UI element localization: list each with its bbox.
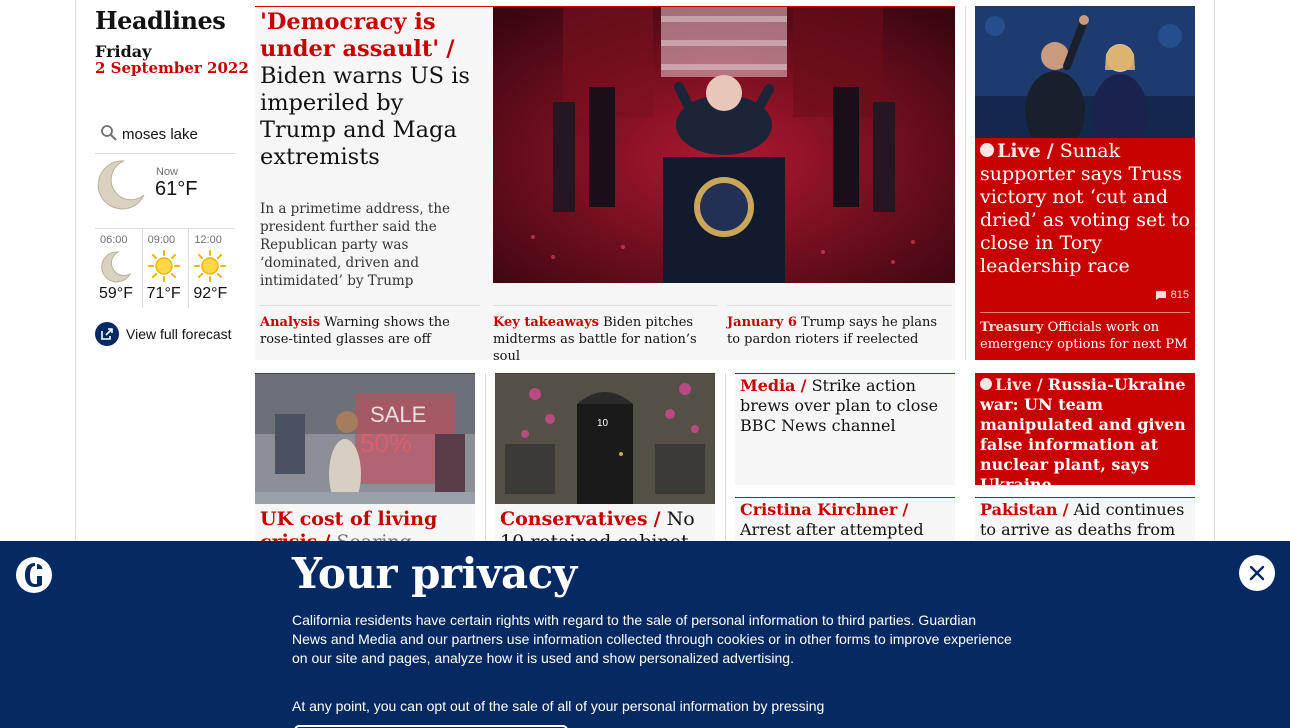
story-kicker: Pakistan [980, 500, 1058, 519]
story-image: 10 [495, 374, 715, 504]
external-link-icon [95, 322, 119, 346]
forecast-item: 12:00 92°F [188, 229, 235, 308]
full-forecast-label: View full forecast [126, 326, 232, 342]
sublink-kicker: Treasury [980, 320, 1044, 335]
sublink-kicker: Analysis [260, 315, 321, 330]
kicker-separator: / [902, 500, 909, 519]
comment-count[interactable]: 815 [1155, 289, 1189, 301]
guardian-logo-icon [16, 557, 52, 593]
kicker-separator: / [1046, 140, 1054, 162]
kicker-separator: / [800, 376, 807, 395]
story-headline[interactable]: Live / Russia-Ukraine war: UN team manip… [975, 373, 1195, 497]
lead-headline-text: Biden warns US is imperiled by Trump and… [260, 63, 470, 170]
live-dot-icon [980, 378, 992, 390]
forecast-time: 12:00 [194, 234, 222, 246]
svg-text:50%: 50% [360, 428, 412, 458]
sublink-kicker: January 6 [727, 315, 797, 330]
svg-text:10: 10 [597, 418, 609, 429]
lead-headline[interactable]: 'Democracy is under assault' / Biden war… [260, 9, 482, 171]
kicker-separator: / [446, 36, 455, 62]
kicker-separator: / [1036, 375, 1043, 394]
story-kicker: Conservatives [500, 508, 648, 530]
story-image [975, 6, 1195, 138]
sublink-kicker: Key takeaways [493, 315, 599, 330]
sublink[interactable]: January 6 Trump says he plans to pardon … [727, 305, 952, 348]
kicker-separator: / [1062, 500, 1069, 519]
privacy-body-2: At any point, you can opt out of the sal… [292, 698, 825, 714]
story-kicker: Media [740, 376, 796, 395]
sublink[interactable]: Analysis Warning shows the rose-tinted g… [260, 305, 480, 348]
lead-kicker: 'Democracy is under assault' [260, 9, 440, 62]
lead-story-card[interactable]: 'Democracy is under assault' / Biden war… [255, 6, 955, 364]
svg-text:SALE: SALE [370, 402, 426, 427]
privacy-body: California residents have certain rights… [292, 612, 1012, 666]
lead-standfirst: In a primetime address, the president fu… [260, 201, 451, 289]
forecast-temp: 71°F [146, 285, 181, 302]
forecast-time: 06:00 [100, 234, 128, 246]
kicker-separator: / [653, 508, 661, 530]
forecast-temp: 59°F [99, 285, 133, 302]
search-icon [101, 125, 117, 141]
forecast-item: 06:00 59°F [95, 229, 142, 308]
close-icon [1249, 565, 1265, 581]
forecast-temp: 92°F [193, 285, 228, 302]
weather-location-search [95, 116, 235, 154]
live-dot-icon [980, 143, 994, 157]
section-title: Headlines [95, 6, 226, 35]
live-story-card[interactable]: Live / Sunak supporter says Truss victor… [975, 6, 1195, 360]
sublink[interactable]: Treasury Officials work on emergency opt… [980, 312, 1190, 353]
sun-icon [147, 250, 180, 282]
sublink[interactable]: Key takeaways Biden pitches midterms as … [493, 305, 718, 365]
live-kicker: Live [997, 140, 1041, 162]
story-kicker: Cristina Kirchner [740, 500, 898, 519]
weather-now-label: Now [156, 166, 179, 178]
weather-now-temp: 61°F [155, 178, 198, 200]
moon-icon [101, 251, 132, 283]
comment-count-value: 815 [1170, 289, 1189, 301]
comment-icon [1155, 290, 1166, 300]
story-image: SALE 50% [255, 374, 475, 504]
live-story-card[interactable]: Live / Russia-Ukraine war: UN team manip… [975, 373, 1195, 494]
forecast-item: 09:00 71°F [141, 229, 189, 308]
full-forecast-link[interactable]: View full forecast [95, 322, 232, 346]
column-divider [965, 6, 966, 360]
privacy-banner: Your privacy California residents have c… [0, 541, 1290, 728]
live-kicker: Live [995, 375, 1032, 394]
story-headline[interactable]: Media / Strike action brews over plan to… [735, 374, 955, 438]
lead-image [493, 7, 955, 283]
live-headline[interactable]: Live / Sunak supporter says Truss victor… [980, 140, 1190, 278]
location-input[interactable] [122, 122, 232, 146]
date-full: 2 September 2022 [95, 59, 249, 77]
sun-icon [194, 250, 227, 282]
story-headline[interactable]: Pakistan / Aid continues to arrive as de… [975, 498, 1195, 542]
story-card[interactable]: Media / Strike action brews over plan to… [735, 373, 955, 485]
forecast-time: 09:00 [147, 234, 176, 246]
moon-icon [97, 160, 145, 210]
privacy-title: Your privacy [292, 549, 577, 598]
close-button[interactable] [1239, 555, 1275, 591]
weather-forecast: 06:00 59°F 09:00 71°F 12:00 92°F [95, 228, 235, 308]
